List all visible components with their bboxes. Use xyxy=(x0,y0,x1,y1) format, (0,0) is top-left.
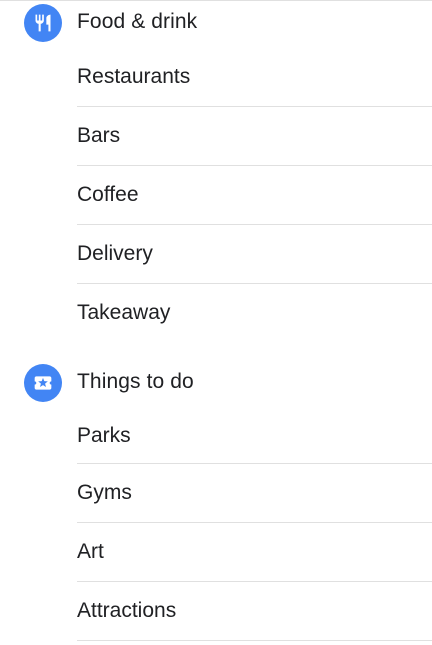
list-item-attractions[interactable]: Attractions xyxy=(77,582,432,641)
list-item-parks[interactable]: Parks xyxy=(77,408,432,464)
things-to-do-section: Things to do Parks Gyms Art Attractions xyxy=(0,360,432,641)
things-to-do-header: Things to do xyxy=(0,360,432,408)
things-to-do-title: Things to do xyxy=(77,370,194,393)
list-item-bars[interactable]: Bars xyxy=(77,107,432,166)
ticket-icon xyxy=(24,364,62,402)
food-drink-section: Food & drink Restaurants Bars Coffee Del… xyxy=(0,0,432,324)
things-to-do-list: Parks Gyms Art Attractions xyxy=(77,408,432,641)
food-drink-list: Restaurants Bars Coffee Delivery Takeawa… xyxy=(77,48,432,342)
list-item-coffee[interactable]: Coffee xyxy=(77,166,432,225)
fork-knife-icon xyxy=(24,4,62,42)
food-drink-title: Food & drink xyxy=(77,10,198,33)
list-item-art[interactable]: Art xyxy=(77,523,432,582)
list-item-takeaway[interactable]: Takeaway xyxy=(77,284,432,342)
food-drink-header: Food & drink xyxy=(0,0,432,48)
list-item-delivery[interactable]: Delivery xyxy=(77,225,432,284)
list-item-gyms[interactable]: Gyms xyxy=(77,464,432,523)
list-item-restaurants[interactable]: Restaurants xyxy=(77,48,432,107)
